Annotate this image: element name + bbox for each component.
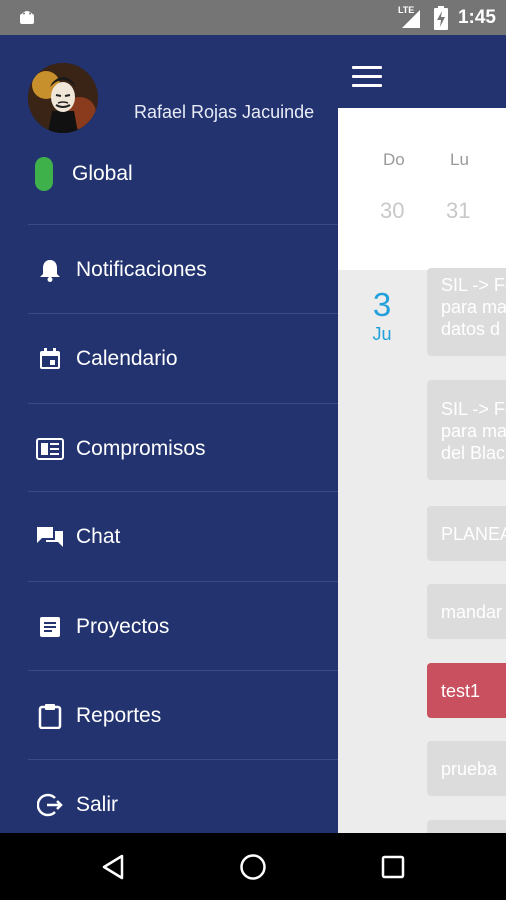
- bell-icon: [32, 256, 68, 284]
- document-icon: [32, 613, 68, 641]
- week-strip[interactable]: Do Lu 30 31: [338, 108, 506, 270]
- chat-icon: [32, 523, 68, 551]
- calendar-view: Do Lu 30 31 3 Ju SIL -> Fo para ma datos…: [338, 35, 506, 833]
- event-card[interactable]: SIL -> Fo para ma del Blac: [427, 380, 506, 480]
- avatar[interactable]: [28, 63, 98, 133]
- nav-item-global[interactable]: Global: [28, 129, 338, 218]
- navigation-drawer: Rafael Rojas Jacuinde Global Notificacio…: [0, 35, 338, 833]
- event-card[interactable]: prueba: [427, 741, 506, 796]
- home-icon[interactable]: [236, 850, 270, 884]
- weekday-name: Lu: [450, 150, 469, 169]
- logout-icon: [32, 791, 68, 819]
- clipboard-icon: [32, 702, 68, 730]
- android-icon: [20, 11, 34, 24]
- nav-item-chat[interactable]: Chat: [28, 492, 338, 581]
- weekday-name: Do: [383, 150, 405, 169]
- recents-icon[interactable]: [376, 850, 410, 884]
- event-card[interactable]: SIL -> Fo para ma datos d: [427, 268, 506, 356]
- weekday-number[interactable]: 31: [446, 198, 470, 224]
- nav-item-reportes[interactable]: Reportes: [28, 671, 338, 760]
- clock: 1:45: [457, 6, 496, 28]
- event-card[interactable]: PLANEA: [427, 506, 506, 561]
- nav-item-notificaciones[interactable]: Notificaciones: [28, 225, 338, 314]
- nav-item-label: Reportes: [76, 703, 162, 727]
- nav-item-compromisos[interactable]: Compromisos: [28, 404, 338, 493]
- user-name: Rafael Rojas Jacuinde: [134, 102, 315, 122]
- menu-icon[interactable]: [352, 66, 382, 88]
- back-icon[interactable]: [96, 850, 130, 884]
- nav-item-label: Notificaciones: [76, 257, 207, 281]
- nav-item-proyectos[interactable]: Proyectos: [28, 582, 338, 671]
- newspaper-icon: [32, 435, 68, 463]
- event-card[interactable]: test1: [427, 663, 506, 718]
- nav-item-label: Proyectos: [76, 614, 170, 638]
- calendar-icon: [32, 345, 68, 373]
- status-bar: LTE 1:45: [0, 0, 506, 35]
- battery-charging-icon: [433, 5, 448, 30]
- nav-item-label: Salir: [76, 792, 119, 816]
- nav-item-label: Calendario: [76, 346, 178, 370]
- nav-item-label: Compromisos: [76, 436, 206, 460]
- nav-item-label: Chat: [76, 524, 121, 548]
- nav-item-label: Global: [72, 161, 133, 185]
- event-card[interactable]: [427, 820, 506, 833]
- signal-icon: LTE: [398, 5, 424, 30]
- nav-item-calendario[interactable]: Calendario: [28, 314, 338, 403]
- event-card[interactable]: mandar: [427, 584, 506, 639]
- global-status-indicator: [34, 156, 54, 191]
- system-navigation-bar: [0, 833, 506, 900]
- selected-date: 3 Ju: [372, 286, 392, 345]
- weekday-number[interactable]: 30: [380, 198, 404, 224]
